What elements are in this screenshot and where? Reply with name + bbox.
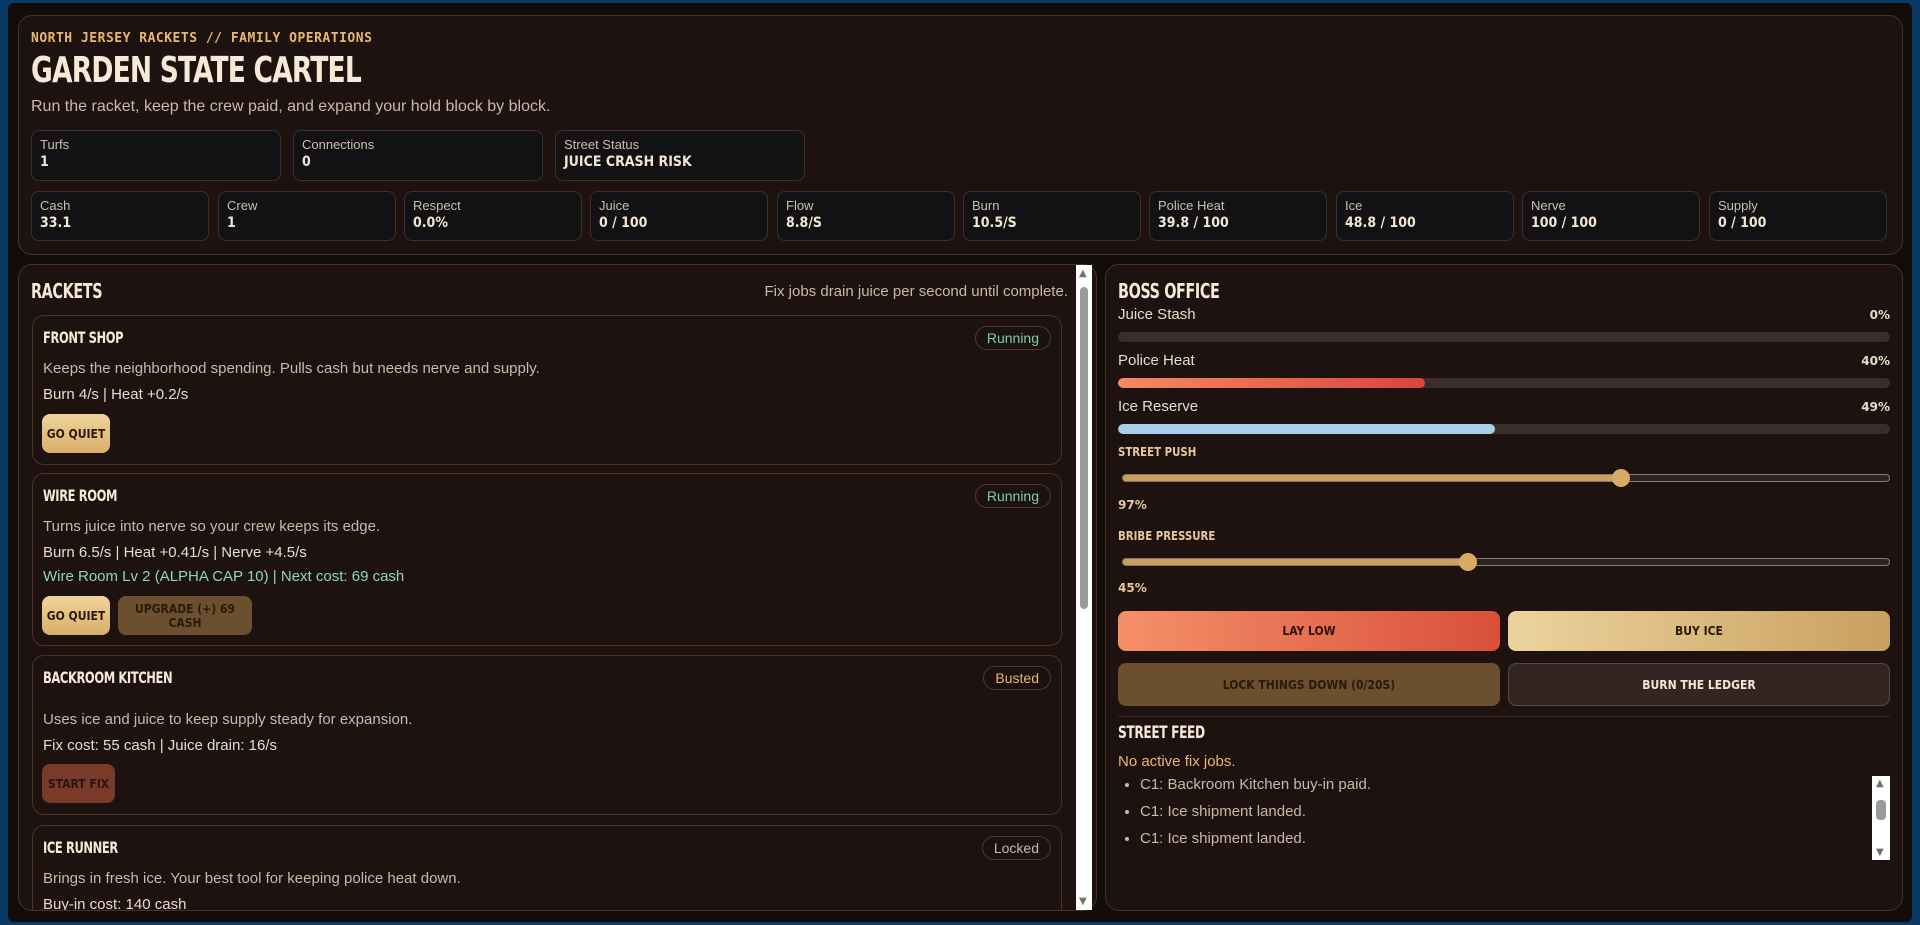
ice-reserve-meter: [1118, 424, 1890, 434]
burn-the-ledger-button[interactable]: BURN THE LEDGER: [1508, 663, 1890, 706]
racket-name: BACKROOM KITCHEN: [43, 668, 173, 687]
racket-stats: Buy-in cost: 140 cash: [43, 896, 187, 911]
go-quiet-button[interactable]: GO QUIET: [42, 596, 110, 635]
feed-scrollbar[interactable]: ▲ ▼: [1872, 776, 1890, 860]
page-subtitle: Run the racket, keep the crew paid, and …: [31, 98, 551, 115]
slider-fill: [1123, 559, 1468, 565]
start-fix-button[interactable]: START FIX: [42, 764, 115, 803]
slider-value-street-push: 97%: [1118, 498, 1147, 512]
stat-card-ice: Ice 48.8 / 100: [1336, 191, 1514, 241]
meter-label-ice-reserve: Ice Reserve: [1118, 398, 1199, 415]
rackets-hint: Fix jobs drain juice per second until co…: [764, 283, 1069, 300]
meter-pct-police-heat: 40%: [1861, 354, 1890, 368]
racket-desc: Uses ice and juice to keep supply steady…: [43, 711, 413, 728]
lay-low-button[interactable]: LAY LOW: [1118, 611, 1500, 651]
lock-things-down-button[interactable]: LOCK THINGS DOWN (0/20S): [1118, 663, 1500, 706]
meter-pct-juice-stash: 0%: [1869, 308, 1890, 322]
racket-stats: Fix cost: 55 cash | Juice drain: 16/s: [43, 737, 278, 754]
upgrade-info: Wire Room Lv 2 (ALPHA CAP 10) | Next cos…: [43, 568, 405, 585]
stat-card-respect: Respect 0.0%: [404, 191, 582, 241]
street-feed-list: C1: Backroom Kitchen buy-in paid. C1: Ic…: [1140, 775, 1371, 856]
meter-label-police-heat: Police Heat: [1118, 352, 1195, 369]
racket-stats: Burn 6.5/s | Heat +0.41/s | Nerve +4.5/s: [43, 544, 307, 561]
bribe-pressure-slider[interactable]: [1122, 553, 1890, 571]
stat-card-turfs: Turfs 1: [31, 130, 281, 181]
racket-desc: Keeps the neighborhood spending. Pulls c…: [43, 360, 540, 377]
scrollbar-thumb[interactable]: [1080, 287, 1088, 609]
racket-name: ICE RUNNER: [43, 838, 118, 857]
divider: [1118, 716, 1890, 717]
page-title: GARDEN STATE CARTEL: [31, 50, 362, 91]
upgrade-button[interactable]: UPGRADE (+) 69 CASH: [118, 596, 252, 635]
status-badge: Running: [974, 326, 1051, 350]
street-feed-title: STREET FEED: [1118, 723, 1205, 743]
stat-card-supply: Supply 0 / 100: [1709, 191, 1887, 241]
rackets-scrollbar[interactable]: ▲ ▼: [1076, 265, 1092, 910]
slider-value-bribe-pressure: 45%: [1118, 581, 1147, 595]
stat-card-flow: Flow 8.8/S: [777, 191, 955, 241]
header-panel: NORTH JERSEY RACKETS // FAMILY OPERATION…: [18, 15, 1903, 255]
stat-card-police-heat: Police Heat 39.8 / 100: [1149, 191, 1327, 241]
racket-card-wire-room: WIRE ROOM Running Turns juice into nerve…: [32, 473, 1062, 646]
status-badge: Busted: [983, 666, 1051, 690]
meter-label-juice-stash: Juice Stash: [1118, 306, 1196, 323]
boss-office-panel: BOSS OFFICE Juice Stash 0% Police Heat 4…: [1105, 264, 1903, 911]
stat-card-cash: Cash 33.1: [31, 191, 209, 241]
racket-name: WIRE ROOM: [43, 486, 118, 505]
racket-card-backroom-kitchen: BACKROOM KITCHEN Busted Uses ice and jui…: [32, 655, 1062, 815]
racket-stats: Burn 4/s | Heat +0.2/s: [43, 386, 189, 403]
stat-card-juice: Juice 0 / 100: [590, 191, 768, 241]
stat-card-nerve: Nerve 100 / 100: [1522, 191, 1700, 241]
juice-stash-meter: [1118, 332, 1890, 342]
list-item: C1: Backroom Kitchen buy-in paid.: [1140, 775, 1371, 802]
police-heat-meter: [1118, 378, 1890, 388]
scrollbar-thumb[interactable]: [1876, 800, 1886, 820]
scroll-up-arrow-icon[interactable]: ▲: [1876, 778, 1884, 789]
slider-label-street-push: STREET PUSH: [1118, 445, 1197, 459]
slider-handle[interactable]: [1611, 469, 1630, 487]
header-kicker: NORTH JERSEY RACKETS // FAMILY OPERATION…: [31, 31, 373, 46]
buy-ice-button[interactable]: BUY ICE: [1508, 611, 1890, 651]
racket-card-ice-runner: ICE RUNNER Locked Brings in fresh ice. Y…: [32, 825, 1062, 911]
meter-fill: [1118, 378, 1426, 388]
scroll-down-arrow-icon[interactable]: ▼: [1079, 896, 1087, 907]
list-item: C1: Ice shipment landed.: [1140, 829, 1371, 856]
scroll-down-arrow-icon[interactable]: ▼: [1876, 847, 1884, 858]
street-push-slider[interactable]: [1122, 469, 1890, 487]
status-badge: Locked: [981, 836, 1051, 860]
list-item: C1: Ice shipment landed.: [1140, 802, 1371, 829]
stat-card-burn: Burn 10.5/S: [963, 191, 1141, 241]
slider-fill: [1123, 475, 1621, 481]
rackets-title: RACKETS: [31, 279, 103, 303]
racket-desc: Brings in fresh ice. Your best tool for …: [43, 870, 461, 887]
no-fix-jobs-text: No active fix jobs.: [1118, 753, 1236, 770]
stat-card-connections: Connections 0: [293, 130, 543, 181]
stat-card-crew: Crew 1: [218, 191, 396, 241]
racket-name: FRONT SHOP: [43, 328, 124, 347]
status-badge: Running: [974, 484, 1051, 508]
racket-desc: Turns juice into nerve so your crew keep…: [43, 518, 381, 535]
scroll-up-arrow-icon[interactable]: ▲: [1079, 268, 1087, 279]
stat-card-street-status: Street Status JUICE CRASH RISK: [555, 130, 805, 181]
slider-label-bribe-pressure: BRIBE PRESSURE: [1118, 529, 1216, 543]
racket-card-front-shop: FRONT SHOP Running Keeps the neighborhoo…: [32, 315, 1062, 465]
rackets-panel[interactable]: RACKETS Fix jobs drain juice per second …: [18, 264, 1097, 911]
meter-fill: [1118, 424, 1495, 434]
boss-office-title: BOSS OFFICE: [1118, 279, 1220, 303]
go-quiet-button[interactable]: GO QUIET: [42, 414, 110, 453]
meter-pct-ice-reserve: 49%: [1861, 400, 1890, 414]
slider-handle[interactable]: [1458, 553, 1477, 571]
